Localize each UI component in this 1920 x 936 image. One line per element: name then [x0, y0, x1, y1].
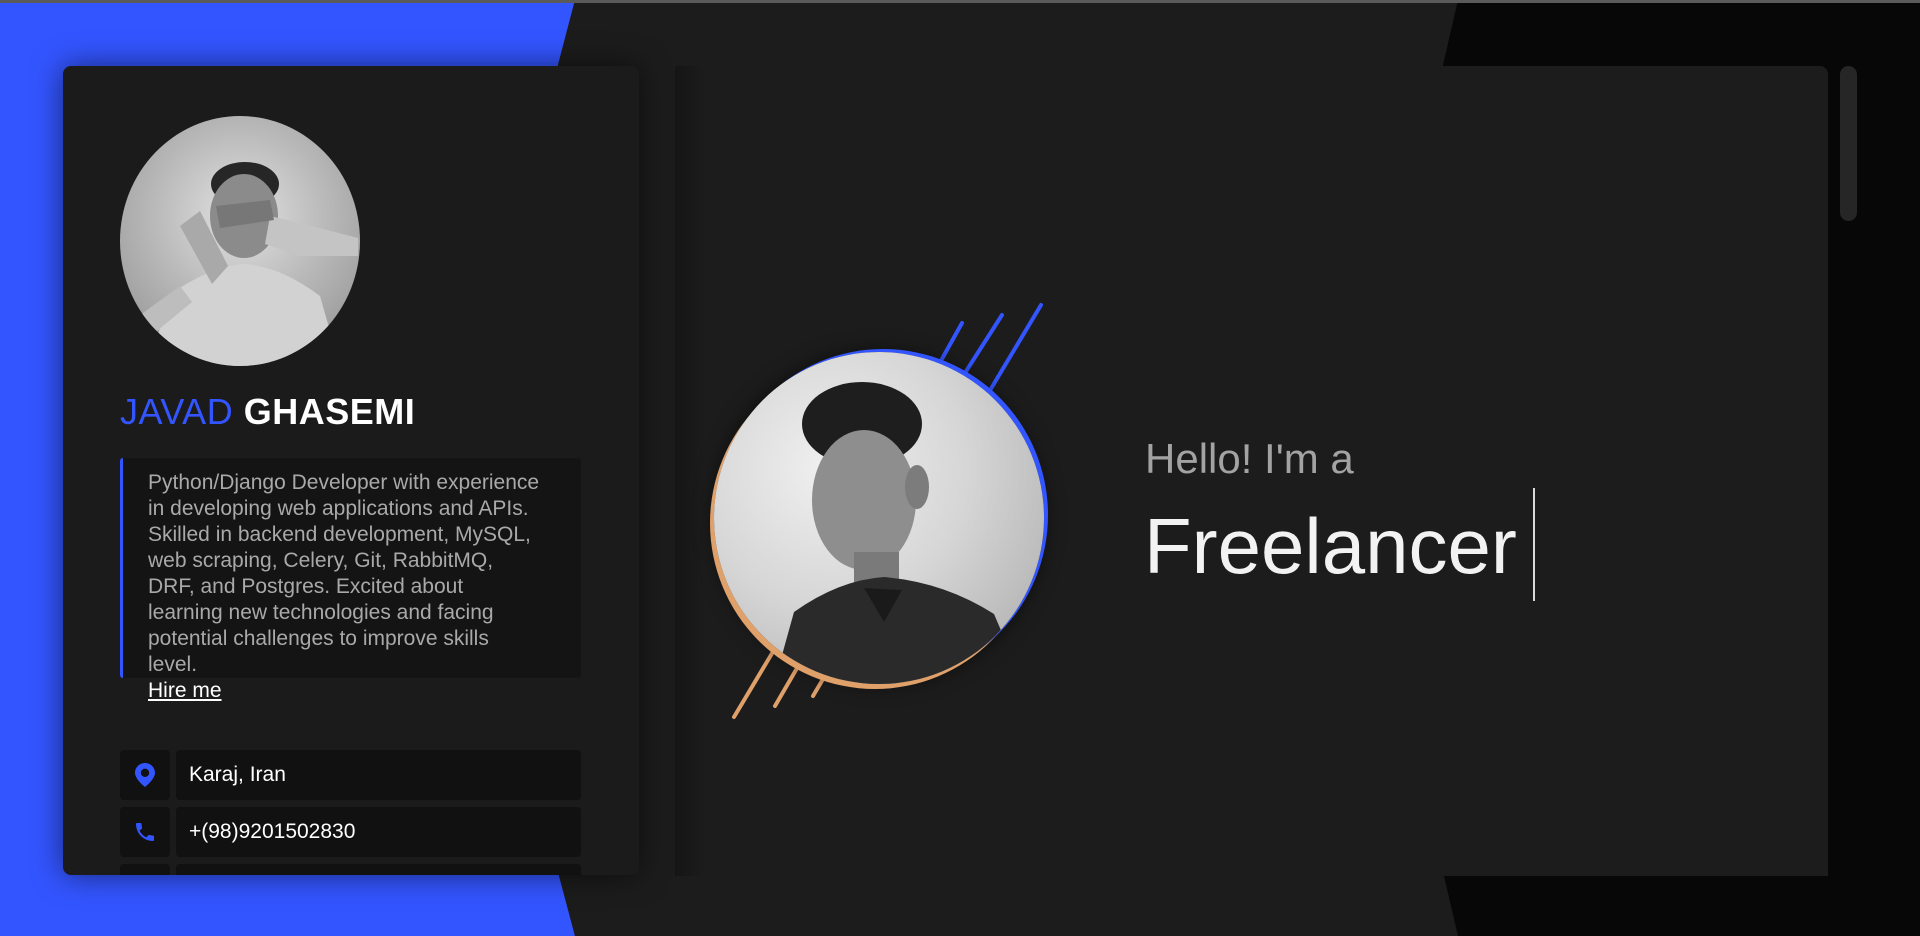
email-icon	[120, 864, 170, 875]
typing-cursor	[1533, 488, 1535, 601]
window-top-border	[0, 0, 1920, 3]
bio-box: Python/Django Developer with experience …	[120, 458, 581, 702]
first-name: JAVAD	[120, 391, 234, 432]
page-scrollbar[interactable]	[1840, 66, 1857, 221]
email-value	[176, 864, 581, 875]
location-pin-icon	[120, 750, 170, 800]
profile-name: JAVAD GHASEMI	[120, 391, 415, 433]
contact-phone: +(98)9201502830	[120, 807, 581, 857]
hero-avatar	[714, 352, 1044, 684]
location-value: Karaj, Iran	[176, 750, 581, 800]
bio-text: Python/Django Developer with experience …	[148, 471, 540, 676]
profile-photo-illustration	[132, 162, 358, 366]
profile-avatar	[120, 116, 360, 366]
contact-email	[120, 864, 581, 875]
phone-value: +(98)9201502830	[176, 807, 581, 857]
last-name: GHASEMI	[243, 391, 416, 432]
profile-card: JAVAD GHASEMI Python/Django Developer wi…	[63, 66, 639, 875]
hero-role-typed-text: Freelancer	[1144, 502, 1517, 590]
phone-icon	[120, 807, 170, 857]
hero-photo-illustration	[774, 382, 1024, 684]
hero-greeting: Hello! I'm a	[1145, 435, 1354, 482]
contact-location: Karaj, Iran	[120, 750, 581, 800]
hire-me-link[interactable]: Hire me	[148, 678, 222, 704]
